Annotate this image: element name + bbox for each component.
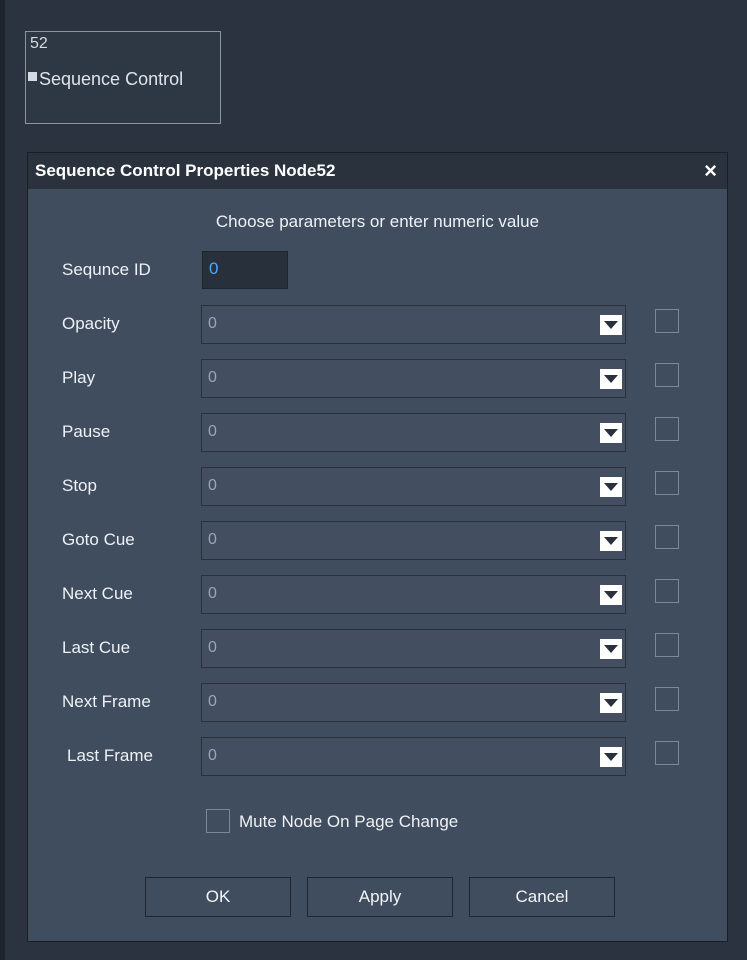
param-checkbox-last-frame[interactable] [655, 741, 679, 765]
param-combo-last-frame[interactable]: 0 [201, 737, 626, 776]
param-checkbox-play[interactable] [655, 363, 679, 387]
sequence-id-label: Sequnce ID [62, 260, 151, 279]
combo-value: 0 [208, 315, 217, 332]
param-checkbox-next-frame[interactable] [655, 687, 679, 711]
param-checkbox-goto-cue[interactable] [655, 525, 679, 549]
combo-value: 0 [208, 639, 217, 656]
chevron-down-icon[interactable] [600, 423, 622, 443]
instruction-text: Choose parameters or enter numeric value [215, 212, 540, 231]
combo-value: 0 [208, 585, 217, 602]
chevron-down-icon[interactable] [600, 585, 622, 605]
param-checkbox-next-cue[interactable] [655, 579, 679, 603]
sequence-control-node[interactable]: 52 Sequence Control [25, 31, 221, 124]
chevron-down-icon[interactable] [600, 531, 622, 551]
param-combo-play[interactable]: 0 [201, 359, 626, 398]
left-edge-strip [0, 0, 5, 960]
param-label-stop: Stop [62, 476, 97, 495]
combo-value: 0 [208, 369, 217, 386]
param-combo-next-cue[interactable]: 0 [201, 575, 626, 614]
dialog-title: Sequence Control Properties Node52 [35, 161, 336, 180]
combo-value: 0 [208, 693, 217, 710]
param-combo-next-frame[interactable]: 0 [201, 683, 626, 722]
chevron-down-icon[interactable] [600, 693, 622, 713]
param-checkbox-last-cue[interactable] [655, 633, 679, 657]
sequence-id-input[interactable]: 0 [202, 251, 288, 289]
properties-dialog: Sequence Control Properties Node52 × Cho… [27, 152, 728, 942]
close-icon[interactable]: × [704, 158, 717, 184]
node-input-port[interactable] [28, 72, 37, 81]
dialog-titlebar[interactable]: Sequence Control Properties Node52 × [28, 153, 727, 189]
param-checkbox-stop[interactable] [655, 471, 679, 495]
chevron-down-icon[interactable] [600, 747, 622, 767]
param-combo-stop[interactable]: 0 [201, 467, 626, 506]
mute-node-checkbox[interactable] [206, 809, 230, 833]
param-combo-opacity[interactable]: 0 [201, 305, 626, 344]
combo-value: 0 [208, 423, 217, 440]
param-checkbox-pause[interactable] [655, 417, 679, 441]
combo-value: 0 [208, 477, 217, 494]
param-label-last-cue: Last Cue [62, 638, 131, 657]
chevron-down-icon[interactable] [600, 315, 622, 335]
param-label-pause: Pause [62, 422, 111, 441]
param-label-last-frame: Last Frame [67, 746, 153, 765]
node-id: 52 [30, 35, 48, 52]
node-title: Sequence Control [39, 69, 184, 89]
chevron-down-icon[interactable] [600, 477, 622, 497]
combo-value: 0 [208, 747, 217, 764]
param-label-goto-cue: Goto Cue [62, 530, 135, 549]
ok-button[interactable]: OK [145, 877, 291, 917]
mute-node-label: Mute Node On Page Change [239, 812, 459, 831]
combo-value: 0 [208, 531, 217, 548]
param-label-opacity: Opacity [62, 314, 120, 333]
param-label-next-cue: Next Cue [62, 584, 133, 603]
apply-button[interactable]: Apply [307, 877, 453, 917]
chevron-down-icon[interactable] [600, 369, 622, 389]
chevron-down-icon[interactable] [600, 639, 622, 659]
param-combo-last-cue[interactable]: 0 [201, 629, 626, 668]
param-label-play: Play [62, 368, 96, 387]
cancel-button[interactable]: Cancel [469, 877, 615, 917]
param-checkbox-opacity[interactable] [655, 309, 679, 333]
param-combo-pause[interactable]: 0 [201, 413, 626, 452]
param-combo-goto-cue[interactable]: 0 [201, 521, 626, 560]
param-label-next-frame: Next Frame [62, 692, 151, 711]
